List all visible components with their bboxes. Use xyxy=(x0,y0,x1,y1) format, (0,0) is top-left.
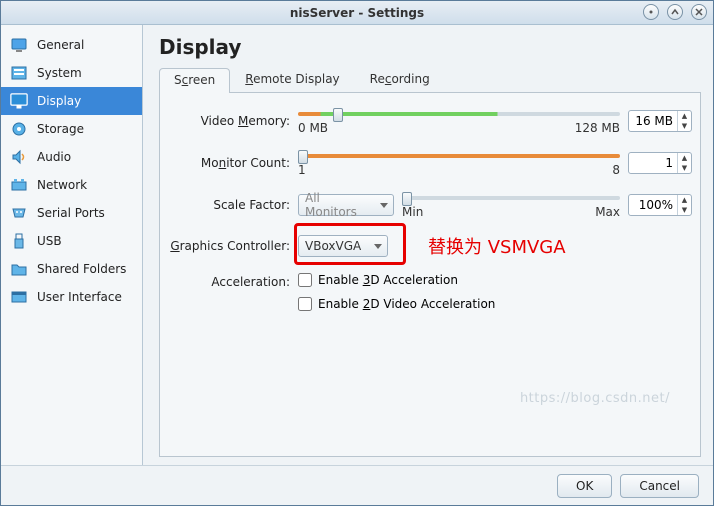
spin-up-icon[interactable]: ▲ xyxy=(678,111,691,121)
sidebar-item-usb[interactable]: USB xyxy=(1,227,142,255)
settings-window: nisServer - Settings General System Disp… xyxy=(0,0,714,506)
sidebar-item-user-interface[interactable]: User Interface xyxy=(1,283,142,311)
page-title: Display xyxy=(159,35,701,59)
sidebar-item-label: Display xyxy=(37,94,81,108)
label-monitor-count: Monitor Count: xyxy=(168,156,298,170)
label-graphics-controller: Graphics Controller: xyxy=(168,239,298,253)
spin-scale-factor[interactable]: ▲▼ xyxy=(628,194,692,216)
slider-scale-factor[interactable] xyxy=(402,191,620,205)
sidebar-item-label: Serial Ports xyxy=(37,206,105,220)
tab-remote-display[interactable]: Remote Display xyxy=(230,67,354,92)
watermark: https://blog.csdn.net/ xyxy=(520,391,670,406)
slider-monitor-count[interactable] xyxy=(298,149,620,163)
maximize-button[interactable] xyxy=(667,4,683,20)
spin-up-icon[interactable]: ▲ xyxy=(678,195,691,205)
sidebar: General System Display Storage Audio Net… xyxy=(1,25,143,465)
spin-video-memory[interactable]: ▲▼ xyxy=(628,110,692,132)
footer: OK Cancel xyxy=(1,465,713,505)
sidebar-item-label: Audio xyxy=(37,150,71,164)
combo-graphics-controller[interactable]: VBoxVGA xyxy=(298,235,388,257)
row-acceleration: Acceleration: Enable 3D Acceleration Ena… xyxy=(168,273,692,311)
spin-down-icon[interactable]: ▼ xyxy=(678,205,691,215)
close-button[interactable] xyxy=(691,4,707,20)
sidebar-item-label: Shared Folders xyxy=(37,262,126,276)
slider-video-memory[interactable] xyxy=(298,107,620,121)
sidebar-item-system[interactable]: System xyxy=(1,59,142,87)
sidebar-item-label: General xyxy=(37,38,84,52)
row-video-memory: Video Memory: 0 MB128 MB ▲▼ xyxy=(168,107,692,135)
system-icon xyxy=(9,64,29,82)
minimize-button[interactable] xyxy=(643,4,659,20)
sidebar-item-display[interactable]: Display xyxy=(1,87,142,115)
row-scale-factor: Scale Factor: All Monitors MinMax ▲▼ xyxy=(168,191,692,219)
sidebar-item-label: System xyxy=(37,66,82,80)
window-title: nisServer - Settings xyxy=(290,6,424,20)
row-graphics-controller: Graphics Controller: VBoxVGA 替换为 VSMVGA xyxy=(168,233,692,259)
spin-down-icon[interactable]: ▼ xyxy=(678,163,691,173)
row-monitor-count: Monitor Count: 18 ▲▼ xyxy=(168,149,692,177)
tab-screen[interactable]: Screen xyxy=(159,68,230,93)
sidebar-item-label: Network xyxy=(37,178,87,192)
display-icon xyxy=(9,92,29,110)
content-pane: Display Screen Remote Display Recording … xyxy=(143,25,713,465)
checkbox-2d-accel[interactable]: Enable 2D Video Acceleration xyxy=(298,297,495,311)
checkbox-3d-accel[interactable]: Enable 3D Acceleration xyxy=(298,273,495,287)
chevron-down-icon xyxy=(374,244,382,249)
sidebar-item-label: User Interface xyxy=(37,290,122,304)
network-icon xyxy=(9,176,29,194)
storage-icon xyxy=(9,120,29,138)
spin-up-icon[interactable]: ▲ xyxy=(678,153,691,163)
label-acceleration: Acceleration: xyxy=(168,273,298,289)
usb-icon xyxy=(9,232,29,250)
user-interface-icon xyxy=(9,288,29,306)
spin-monitor-count[interactable]: ▲▼ xyxy=(628,152,692,174)
annotation-text: 替换为 VSMVGA xyxy=(428,233,566,259)
shared-folders-icon xyxy=(9,260,29,278)
tab-bar: Screen Remote Display Recording xyxy=(159,67,701,93)
serial-ports-icon xyxy=(9,204,29,222)
cancel-button[interactable]: Cancel xyxy=(620,474,699,498)
titlebar: nisServer - Settings xyxy=(1,1,713,25)
sidebar-item-label: USB xyxy=(37,234,62,248)
tab-recording[interactable]: Recording xyxy=(355,67,445,92)
sidebar-item-storage[interactable]: Storage xyxy=(1,115,142,143)
audio-icon xyxy=(9,148,29,166)
combo-all-monitors[interactable]: All Monitors xyxy=(298,194,394,216)
sidebar-item-shared-folders[interactable]: Shared Folders xyxy=(1,255,142,283)
general-icon xyxy=(9,36,29,54)
sidebar-item-serial-ports[interactable]: Serial Ports xyxy=(1,199,142,227)
label-scale-factor: Scale Factor: xyxy=(168,198,298,212)
sidebar-item-general[interactable]: General xyxy=(1,31,142,59)
chevron-down-icon xyxy=(380,203,388,208)
label-video-memory: Video Memory: xyxy=(168,114,298,128)
sidebar-item-network[interactable]: Network xyxy=(1,171,142,199)
sidebar-item-label: Storage xyxy=(37,122,84,136)
spin-down-icon[interactable]: ▼ xyxy=(678,121,691,131)
sidebar-item-audio[interactable]: Audio xyxy=(1,143,142,171)
ok-button[interactable]: OK xyxy=(557,474,612,498)
